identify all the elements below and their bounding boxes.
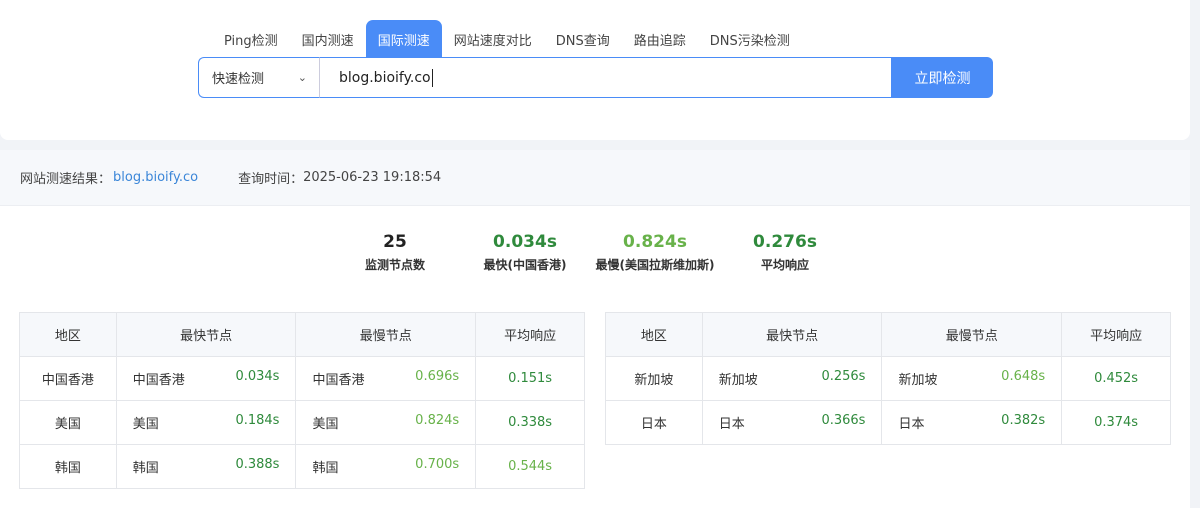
- header-slowest-node: 最慢节点: [295, 312, 477, 357]
- node-time: 0.382s: [1001, 413, 1046, 428]
- average-cell: 0.374s: [1061, 400, 1171, 445]
- node-name: 美国: [132, 417, 159, 432]
- node-name: 新加坡: [718, 373, 758, 388]
- node-time: 0.824s: [415, 413, 460, 428]
- stat-label: 监测节点数: [364, 258, 425, 272]
- region-cell: 韩国: [19, 444, 117, 489]
- query-time-label: 查询时间：: [238, 172, 304, 187]
- mode-select[interactable]: 快速检测 ⌄: [198, 57, 319, 98]
- mode-select-value: 快速检测: [212, 72, 265, 87]
- average-cell: 0.338s: [475, 400, 585, 445]
- stat-node-count: 25 监测节点数: [330, 230, 460, 274]
- tab-dns-query[interactable]: DNS查询: [544, 20, 622, 58]
- stat-value: 0.276s: [753, 232, 817, 252]
- node-name: 中国香港: [312, 373, 365, 388]
- tab-site-compare[interactable]: 网站速度对比: [442, 20, 544, 58]
- search-panel: Ping检测 国内测速 国际测速 网站速度对比 DNS查询 路由追踪 DNS污染…: [0, 0, 1190, 140]
- node-name: 韩国: [312, 461, 339, 476]
- slowest-node-cell: 日本 0.382s: [881, 400, 1063, 445]
- fastest-node-cell: 新加坡 0.256s: [701, 356, 883, 401]
- stat-label: 最快(中国香港): [483, 258, 567, 272]
- average-cell: 0.452s: [1061, 356, 1171, 401]
- fastest-node-cell: 韩国 0.388s: [115, 444, 297, 489]
- fastest-node-cell: 日本 0.366s: [701, 400, 883, 445]
- node-name: 日本: [898, 417, 925, 432]
- stat-value: 25: [383, 232, 407, 252]
- node-time: 0.256s: [821, 369, 866, 384]
- search-bar: 快速检测 ⌄ blog.bioify.co 立即检测: [198, 57, 993, 98]
- stat-value: 0.034s: [493, 232, 557, 252]
- text-caret: [431, 68, 433, 87]
- region-cell: 中国香港: [19, 356, 117, 401]
- region-cell: 新加坡: [605, 356, 703, 401]
- node-name: 美国: [312, 417, 339, 432]
- slowest-node-cell: 新加坡 0.648s: [881, 356, 1063, 401]
- node-name: 日本: [718, 417, 745, 432]
- table-row: 日本 日本 0.366s 日本 0.382s 0.374s: [605, 400, 1171, 445]
- header-slowest-node: 最慢节点: [881, 312, 1063, 357]
- slowest-node-cell: 美国 0.824s: [295, 400, 477, 445]
- node-name: 韩国: [132, 461, 159, 476]
- node-time: 0.184s: [235, 413, 280, 428]
- chevron-down-icon: ⌄: [297, 71, 307, 84]
- node-time: 0.700s: [415, 457, 460, 472]
- tab-ping[interactable]: Ping检测: [212, 20, 290, 58]
- average-cell: 0.544s: [475, 444, 585, 489]
- header-fastest-node: 最快节点: [701, 312, 883, 357]
- stat-fastest: 0.034s 最快(中国香港): [460, 230, 590, 274]
- stat-average: 0.276s 平均响应: [720, 230, 850, 274]
- node-time: 0.648s: [1001, 369, 1046, 384]
- node-time: 0.388s: [235, 457, 280, 472]
- stat-value: 0.824s: [623, 232, 687, 252]
- region-table-left: 地区 最快节点 最慢节点 平均响应 中国香港 中国香港 0.034s 中国香港 0.…: [19, 312, 585, 489]
- header-average: 平均响应: [1061, 312, 1171, 357]
- region-table-right: 地区 最快节点 最慢节点 平均响应 新加坡 新加坡 0.256s 新加坡 0.648…: [605, 312, 1171, 445]
- result-info-bar: 网站测速结果： blog.bioify.co 查询时间： 2025-06-23 …: [0, 150, 1190, 206]
- stat-slowest: 0.824s 最慢(美国拉斯维加斯): [590, 230, 720, 274]
- fastest-node-cell: 中国香港 0.034s: [115, 356, 297, 401]
- node-time: 0.696s: [415, 369, 460, 384]
- node-name: 中国香港: [132, 373, 185, 388]
- start-test-button[interactable]: 立即检测: [892, 57, 993, 98]
- average-cell: 0.151s: [475, 356, 585, 401]
- table-header-row: 地区 最快节点 最慢节点 平均响应: [605, 312, 1171, 357]
- fastest-node-cell: 美国 0.184s: [115, 400, 297, 445]
- summary-stats: 25 监测节点数 0.034s 最快(中国香港) 0.824s 最慢(美国拉斯维…: [330, 230, 850, 274]
- node-time: 0.034s: [235, 369, 280, 384]
- slowest-node-cell: 中国香港 0.696s: [295, 356, 477, 401]
- stat-label: 最慢(美国拉斯维加斯): [595, 258, 715, 272]
- tool-tabs: Ping检测 国内测速 国际测速 网站速度对比 DNS查询 路由追踪 DNS污染…: [212, 20, 802, 58]
- url-input[interactable]: blog.bioify.co: [319, 57, 892, 98]
- node-time: 0.366s: [821, 413, 866, 428]
- table-row: 韩国 韩国 0.388s 韩国 0.700s 0.544s: [19, 444, 585, 489]
- region-cell: 美国: [19, 400, 117, 445]
- header-fastest-node: 最快节点: [115, 312, 297, 357]
- header-average: 平均响应: [475, 312, 585, 357]
- slowest-node-cell: 韩国 0.700s: [295, 444, 477, 489]
- region-cell: 日本: [605, 400, 703, 445]
- tab-international-speed[interactable]: 国际测速: [365, 20, 442, 58]
- table-row: 中国香港 中国香港 0.034s 中国香港 0.696s 0.151s: [19, 356, 585, 401]
- result-panel: 网站测速结果： blog.bioify.co 查询时间： 2025-06-23 …: [0, 150, 1190, 508]
- node-name: 新加坡: [898, 373, 938, 388]
- tab-dns-pollution[interactable]: DNS污染检测: [698, 20, 802, 58]
- table-row: 新加坡 新加坡 0.256s 新加坡 0.648s 0.452s: [605, 356, 1171, 401]
- query-time-value: 2025-06-23 19:18:54: [303, 170, 442, 185]
- tab-traceroute[interactable]: 路由追踪: [622, 20, 698, 58]
- table-row: 美国 美国 0.184s 美国 0.824s 0.338s: [19, 400, 585, 445]
- result-domain-link[interactable]: blog.bioify.co: [113, 170, 198, 185]
- result-label: 网站测速结果：: [20, 172, 112, 187]
- header-region: 地区: [605, 312, 703, 357]
- url-input-value: blog.bioify.co: [339, 69, 431, 86]
- header-region: 地区: [19, 312, 117, 357]
- tab-domestic-speed[interactable]: 国内测速: [290, 20, 366, 58]
- table-header-row: 地区 最快节点 最慢节点 平均响应: [19, 312, 585, 357]
- stat-label: 平均响应: [760, 258, 809, 272]
